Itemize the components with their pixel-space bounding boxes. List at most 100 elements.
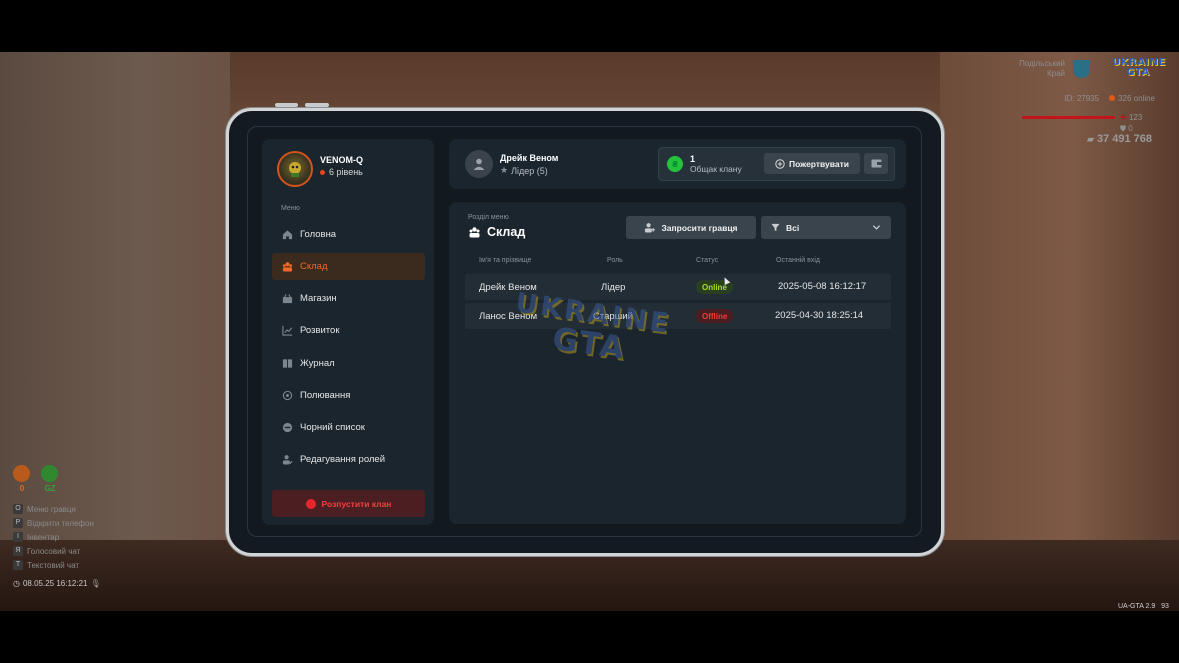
hud-online: 326 online (1109, 94, 1155, 103)
hud-datetime: 08.05.25 16:12:21 (22, 578, 88, 588)
user-edit-icon (282, 455, 293, 465)
hud-keybind: Я Голосовий чат (13, 544, 94, 558)
column-header-status: Статус (696, 257, 719, 264)
microphone-icon: 🎙 (90, 578, 101, 588)
key-label: Голосовий чат (27, 546, 81, 556)
hud-version: UA-GTA 2.9 93 (1118, 603, 1169, 610)
hud-keybind: T Текстовий чат (13, 558, 94, 572)
hud-keybind: P Відкрити телефон (13, 516, 94, 530)
chart-icon (282, 325, 293, 336)
target-icon (282, 390, 293, 401)
badge-circle-icon (13, 465, 30, 482)
invite-player-button[interactable]: Запросити гравця (626, 216, 756, 239)
sidebar-item-shop[interactable]: Магазин (272, 285, 425, 312)
menu-caption: Меню (281, 205, 300, 212)
sidebar-item-members[interactable]: Склад (272, 253, 425, 280)
profile-level: 6 рівень (320, 167, 363, 177)
sidebar-item-label: Магазин (300, 293, 337, 304)
money-icon: ▰ (1086, 134, 1094, 144)
sidebar-item-label: Розвиток (300, 325, 340, 336)
members-icon (282, 262, 293, 272)
home-icon (282, 230, 293, 240)
hud-player-id: ID: 27935 (1064, 94, 1100, 103)
level-dot-icon (320, 169, 325, 175)
table-row[interactable]: Ланос Веном Старший Offline 2025-04-30 1… (465, 303, 891, 329)
invite-label: Запросити гравця (661, 222, 738, 233)
tablet-side-button (275, 103, 298, 107)
region-shield-icon (1073, 60, 1090, 78)
disband-label: Розпустити клан (321, 498, 392, 509)
server-logo: UKRAINE GTA (1112, 58, 1165, 80)
badge-right-text: GZ (44, 484, 56, 493)
hud-keybind: O Меню гравця (13, 502, 94, 516)
chevron-down-icon (872, 225, 881, 230)
table-row[interactable]: Дрейк Веном Лідер Online 2025-05-08 16:1… (465, 274, 891, 300)
hud-keybinds: O Меню гравця P Відкрити телефон I Інвентар… (13, 502, 94, 572)
online-dot-icon (1109, 95, 1116, 101)
key-label: Текстовий чат (27, 560, 80, 570)
sidebar-item-home[interactable]: Головна (272, 221, 425, 248)
clan-emblem-icon (289, 162, 301, 177)
hud-money-value: 37 491 768 (1096, 133, 1152, 145)
sidebar-item-label: Редагування ролей (300, 454, 386, 465)
hud-keybind: I Інвентар (13, 530, 94, 544)
hud-region-line2: Край (1046, 69, 1065, 78)
section-caption: Розділ меню (468, 214, 509, 221)
sidebar-item-label: Склад (300, 261, 328, 272)
key-cap: T (13, 560, 23, 570)
sidebar-item-label: Головна (300, 229, 337, 240)
user-icon (473, 158, 485, 170)
members-panel (449, 202, 906, 524)
letterbox-bottom (0, 611, 1179, 663)
leader-name: Дрейк Веном (500, 153, 559, 163)
member-role: Лідер (601, 282, 626, 293)
member-role: Старший (593, 311, 633, 322)
page-title: Склад (468, 225, 525, 239)
fps-text: 93 (1161, 603, 1169, 610)
sidebar-item-development[interactable]: Розвиток (272, 317, 425, 344)
key-label: Відкрити телефон (27, 518, 94, 528)
sidebar-item-blacklist[interactable]: Чорний список (272, 414, 425, 441)
sidebar-item-hunting[interactable]: Полювання (272, 382, 425, 409)
member-last-login: 2025-05-08 16:12:17 (778, 281, 867, 292)
filter-value: Всі (786, 222, 800, 233)
armor-icon: ⛊ (1120, 124, 1126, 133)
shop-icon (282, 294, 293, 304)
server-logo-line2: GTA (1126, 67, 1150, 78)
hud-id-line: ID: 27935 326 online (1010, 94, 1155, 103)
hud-region: Подільський Край (995, 59, 1065, 79)
filter-icon (771, 223, 780, 232)
sidebar-item-journal[interactable]: Журнал (272, 350, 425, 377)
sidebar-item-label: Журнал (300, 358, 335, 369)
disband-clan-button[interactable]: Розпустити клан (272, 490, 425, 517)
profile-level-text: 6 рівень (329, 167, 363, 177)
clan-treasury-value: 1 (690, 154, 696, 164)
donate-button[interactable]: Пожертвувати (764, 153, 860, 174)
clan-avatar (277, 151, 313, 187)
hud-region-line1: Подільський (1019, 59, 1065, 68)
user-add-icon (645, 223, 656, 233)
wallet-button[interactable] (864, 153, 888, 174)
tablet-side-button (305, 103, 329, 107)
role-filter-select[interactable]: Всі (761, 216, 891, 239)
block-icon (282, 422, 293, 433)
hud-online-text: 326 online (1118, 94, 1155, 103)
sidebar-item-label: Чорний список (300, 422, 365, 433)
leader-role: ★ Лідер (5) (500, 165, 548, 176)
sidebar-item-edit-roles[interactable]: Редагування ролей (272, 446, 425, 473)
key-label: Інвентар (27, 532, 60, 542)
leader-avatar (465, 150, 493, 178)
member-name: Дрейк Веном (479, 282, 537, 293)
key-cap: P (13, 518, 23, 528)
member-last-login: 2025-04-30 18:25:14 (775, 310, 864, 321)
hud-health-value: 123 (1128, 113, 1143, 122)
wallet-icon (871, 159, 881, 168)
game-scene: Подільський Край UKRAINE GTA ID: 27935 3… (0, 0, 1179, 663)
hud-badge-right: GZ (41, 465, 59, 493)
column-header-last-login: Останній вхід (776, 257, 820, 264)
coin-icon: ₴ (667, 156, 683, 172)
plus-circle-icon (775, 158, 785, 169)
key-cap: Я (13, 546, 23, 556)
clan-treasury-label: Общак клану (690, 164, 742, 174)
book-icon (282, 359, 293, 368)
